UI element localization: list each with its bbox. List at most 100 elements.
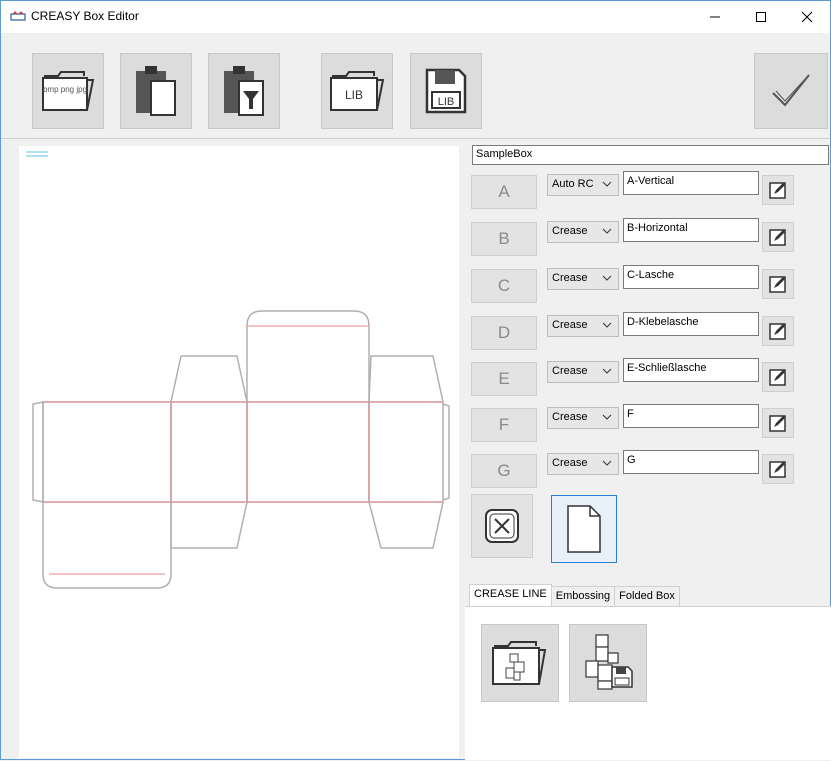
library-folder-icon: LIB [330, 71, 385, 111]
tab-folded-box[interactable]: Folded Box [614, 586, 680, 606]
chevron-down-icon [602, 181, 612, 187]
crease-row-g: G Crease G [465, 450, 831, 490]
label-input-c[interactable]: C-Lasche [623, 265, 759, 289]
edit-button-g[interactable] [762, 454, 794, 484]
chevron-down-icon [602, 368, 612, 374]
edit-icon [769, 461, 786, 478]
type-select-g[interactable]: Crease [547, 453, 619, 475]
chevron-down-icon [602, 322, 612, 328]
image-folder-icon: bmp png jpg [42, 71, 95, 111]
new-document-icon [567, 505, 601, 553]
box-name-input[interactable]: SampleBox [472, 145, 829, 165]
letter-button-c[interactable]: C [471, 269, 537, 303]
edit-button-d[interactable] [762, 316, 794, 346]
edit-icon [769, 182, 786, 199]
label-input-a[interactable]: A-Vertical [623, 171, 759, 195]
clipboard-button[interactable] [120, 53, 192, 129]
type-select-e-value: Crease [552, 365, 588, 377]
clipboard-filter-icon [224, 66, 264, 116]
letter-button-b[interactable]: B [471, 222, 537, 256]
type-select-a[interactable]: Auto RC [547, 174, 619, 196]
close-button[interactable] [784, 1, 830, 33]
letter-button-a[interactable]: A [471, 175, 537, 209]
edit-button-c[interactable] [762, 269, 794, 299]
edit-button-b[interactable] [762, 222, 794, 252]
crease-line-panel [465, 606, 831, 760]
maximize-icon [756, 12, 766, 22]
clipboard-filter-button[interactable] [208, 53, 280, 129]
letter-button-g[interactable]: G [471, 454, 537, 488]
letter-button-e[interactable]: E [471, 362, 537, 396]
crease-lines [43, 325, 443, 575]
box-canvas[interactable] [19, 146, 459, 758]
minimize-icon [710, 16, 720, 18]
edit-button-f[interactable] [762, 408, 794, 438]
type-select-d-value: Crease [552, 319, 588, 331]
box-outline [32, 310, 450, 589]
type-select-e[interactable]: Crease [547, 361, 619, 383]
crease-row-b: B Crease B-Horizontal [465, 218, 831, 258]
label-input-f[interactable]: F [623, 404, 759, 428]
crease-save-icon [585, 634, 633, 690]
edit-button-e[interactable] [762, 362, 794, 392]
app-window: CREASY Box Editor bmp png jpg LIB LIB Sa… [0, 0, 831, 760]
save-crease-file-button[interactable] [569, 624, 647, 702]
crease-row-f: F Crease F [465, 404, 831, 444]
delete-x-icon [485, 509, 519, 543]
toolbar: bmp png jpg LIB LIB [1, 33, 830, 139]
confirm-button[interactable] [754, 53, 828, 129]
label-input-d[interactable]: D-Klebelasche [623, 312, 759, 336]
save-library-button[interactable]: LIB [410, 53, 482, 129]
type-select-c-value: Crease [552, 272, 588, 284]
tab-embossing[interactable]: Embossing [550, 586, 616, 606]
minimize-button[interactable] [692, 1, 738, 33]
crease-row-d: D Crease D-Klebelasche [465, 312, 831, 352]
type-select-f-value: Crease [552, 411, 588, 423]
chevron-down-icon [602, 460, 612, 466]
crease-row-a: A Auto RC A-Vertical [465, 171, 831, 211]
lib-save-label: LIB [438, 96, 455, 108]
type-select-d[interactable]: Crease [547, 315, 619, 337]
close-icon [801, 11, 813, 23]
clipboard-icon [136, 66, 176, 116]
edit-icon [769, 323, 786, 340]
edit-icon [769, 415, 786, 432]
chevron-down-icon [602, 275, 612, 281]
new-document-button[interactable] [551, 495, 617, 563]
chevron-down-icon [602, 414, 612, 420]
import-image-button[interactable]: bmp png jpg [32, 53, 104, 129]
label-input-g[interactable]: G [623, 450, 759, 474]
edit-button-a[interactable] [762, 175, 794, 205]
tab-crease-line[interactable]: CREASE LINE [469, 584, 552, 606]
app-icon [10, 11, 26, 21]
label-input-b[interactable]: B-Horizontal [623, 218, 759, 242]
type-select-b[interactable]: Crease [547, 221, 619, 243]
letter-button-d[interactable]: D [471, 316, 537, 350]
box-dieline-drawing [26, 151, 450, 589]
title-bar: CREASY Box Editor [1, 1, 830, 33]
type-select-f[interactable]: Crease [547, 407, 619, 429]
lib-open-label: LIB [345, 88, 363, 102]
save-library-icon: LIB [425, 68, 467, 114]
tab-bar: CREASE LINE Embossing Folded Box [469, 584, 680, 606]
sidebar: SampleBox A Auto RC A-Vertical B Crease … [465, 139, 831, 760]
crease-folder-icon [492, 641, 547, 685]
import-image-label: bmp png jpg [43, 85, 87, 94]
open-crease-file-button[interactable] [481, 624, 559, 702]
letter-button-f[interactable]: F [471, 408, 537, 442]
type-select-a-value: Auto RC [552, 178, 594, 190]
checkmark-icon [772, 74, 810, 107]
maximize-button[interactable] [738, 1, 784, 33]
crease-row-e: E Crease E-Schließlasche [465, 358, 831, 398]
window-title: CREASY Box Editor [31, 9, 139, 23]
chevron-down-icon [602, 228, 612, 234]
open-library-button[interactable]: LIB [321, 53, 393, 129]
type-select-g-value: Crease [552, 457, 588, 469]
crease-row-c: C Crease C-Lasche [465, 265, 831, 305]
type-select-c[interactable]: Crease [547, 268, 619, 290]
type-select-b-value: Crease [552, 225, 588, 237]
label-input-e[interactable]: E-Schließlasche [623, 358, 759, 382]
edit-icon [769, 369, 786, 386]
delete-button[interactable] [471, 494, 533, 558]
edit-icon [769, 276, 786, 293]
